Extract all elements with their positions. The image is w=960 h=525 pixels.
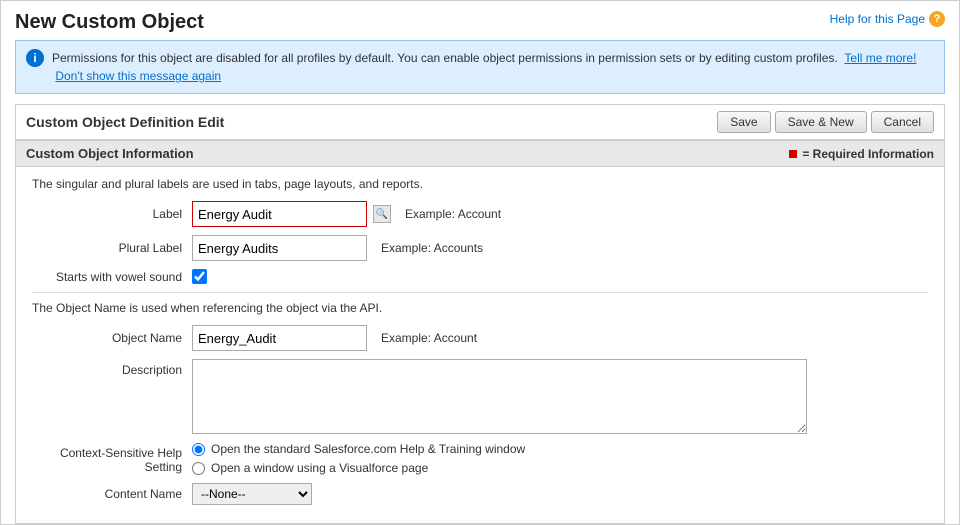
help-link[interactable]: Help for this Page ? (830, 11, 945, 27)
required-indicator: = Required Information (789, 147, 934, 161)
description-input-group (192, 359, 807, 434)
section-header-row: Custom Object Definition Edit Save Save … (16, 105, 944, 140)
object-name-example: Example: Account (381, 331, 477, 345)
object-name-input[interactable] (192, 325, 367, 351)
help-icon: ? (929, 11, 945, 27)
plural-label-field-label: Plural Label (32, 241, 192, 255)
info-panel: Custom Object Information = Required Inf… (16, 140, 944, 523)
main-section: Custom Object Definition Edit Save Save … (15, 104, 945, 524)
vowel-field-label: Starts with vowel sound (32, 270, 192, 284)
plural-label-input-group: Example: Accounts (192, 235, 483, 261)
help-setting-row: Context-Sensitive Help Setting Open the … (32, 442, 928, 475)
lookup-icon[interactable]: 🔍 (373, 205, 391, 223)
cancel-button[interactable]: Cancel (871, 111, 934, 133)
label-input[interactable] (192, 201, 367, 227)
help-link-text: Help for this Page (830, 12, 925, 26)
info-panel-title: Custom Object Information (26, 146, 194, 161)
required-label: = Required Information (802, 147, 934, 161)
radio-option1-label: Open the standard Salesforce.com Help & … (211, 442, 525, 456)
vowel-checkbox[interactable] (192, 269, 207, 284)
dont-show-link[interactable]: Don't show this message again (55, 69, 221, 83)
content-name-select[interactable]: --None-- (192, 483, 312, 505)
plural-label-row: Plural Label Example: Accounts (32, 235, 928, 261)
button-group: Save Save & New Cancel (717, 111, 934, 133)
radio-option1[interactable] (192, 443, 205, 456)
page-title: New Custom Object (15, 11, 204, 34)
form-area: The singular and plural labels are used … (16, 167, 944, 523)
save-button[interactable]: Save (717, 111, 770, 133)
object-name-row: Object Name Example: Account (32, 325, 928, 351)
plural-label-example: Example: Accounts (381, 241, 483, 255)
vowel-row: Starts with vowel sound (32, 269, 928, 284)
vowel-input-group (192, 269, 207, 284)
content-name-input-group: --None-- (192, 483, 312, 505)
label-row: Label 🔍 Example: Account (32, 201, 928, 227)
object-name-field-label: Object Name (32, 331, 192, 345)
radio-option1-row: Open the standard Salesforce.com Help & … (192, 442, 525, 456)
info-panel-header: Custom Object Information = Required Inf… (16, 141, 944, 167)
label-field-label: Label (32, 207, 192, 221)
description-textarea[interactable] (192, 359, 807, 434)
page-header: New Custom Object Help for this Page ? (1, 1, 959, 40)
plural-label-input[interactable] (192, 235, 367, 261)
save-new-button[interactable]: Save & New (775, 111, 867, 133)
help-setting-label: Context-Sensitive Help Setting (32, 442, 192, 474)
object-name-input-group: Example: Account (192, 325, 477, 351)
radio-option2-row: Open a window using a Visualforce page (192, 461, 525, 475)
section-title: Custom Object Definition Edit (26, 114, 224, 130)
radio-group: Open the standard Salesforce.com Help & … (192, 442, 525, 475)
help-setting-input-group: Open the standard Salesforce.com Help & … (192, 442, 525, 475)
banner-message: Permissions for this object are disabled… (52, 51, 838, 65)
label-example: Example: Account (405, 207, 501, 221)
radio-option2[interactable] (192, 462, 205, 475)
tell-me-more-link[interactable]: Tell me more! (844, 51, 916, 65)
banner-text: Permissions for this object are disabled… (52, 49, 934, 85)
content-name-label: Content Name (32, 487, 192, 501)
label-input-group: 🔍 Example: Account (192, 201, 501, 227)
content-name-row: Content Name --None-- (32, 483, 928, 505)
description-row: Description (32, 359, 928, 434)
info-icon: i (26, 49, 44, 67)
red-square-icon (789, 150, 797, 158)
radio-option2-label: Open a window using a Visualforce page (211, 461, 428, 475)
description-field-label: Description (32, 359, 192, 377)
info-banner: i Permissions for this object are disabl… (15, 40, 945, 94)
object-name-note: The Object Name is used when referencing… (32, 301, 928, 315)
label-note: The singular and plural labels are used … (32, 177, 928, 191)
divider (32, 292, 928, 293)
